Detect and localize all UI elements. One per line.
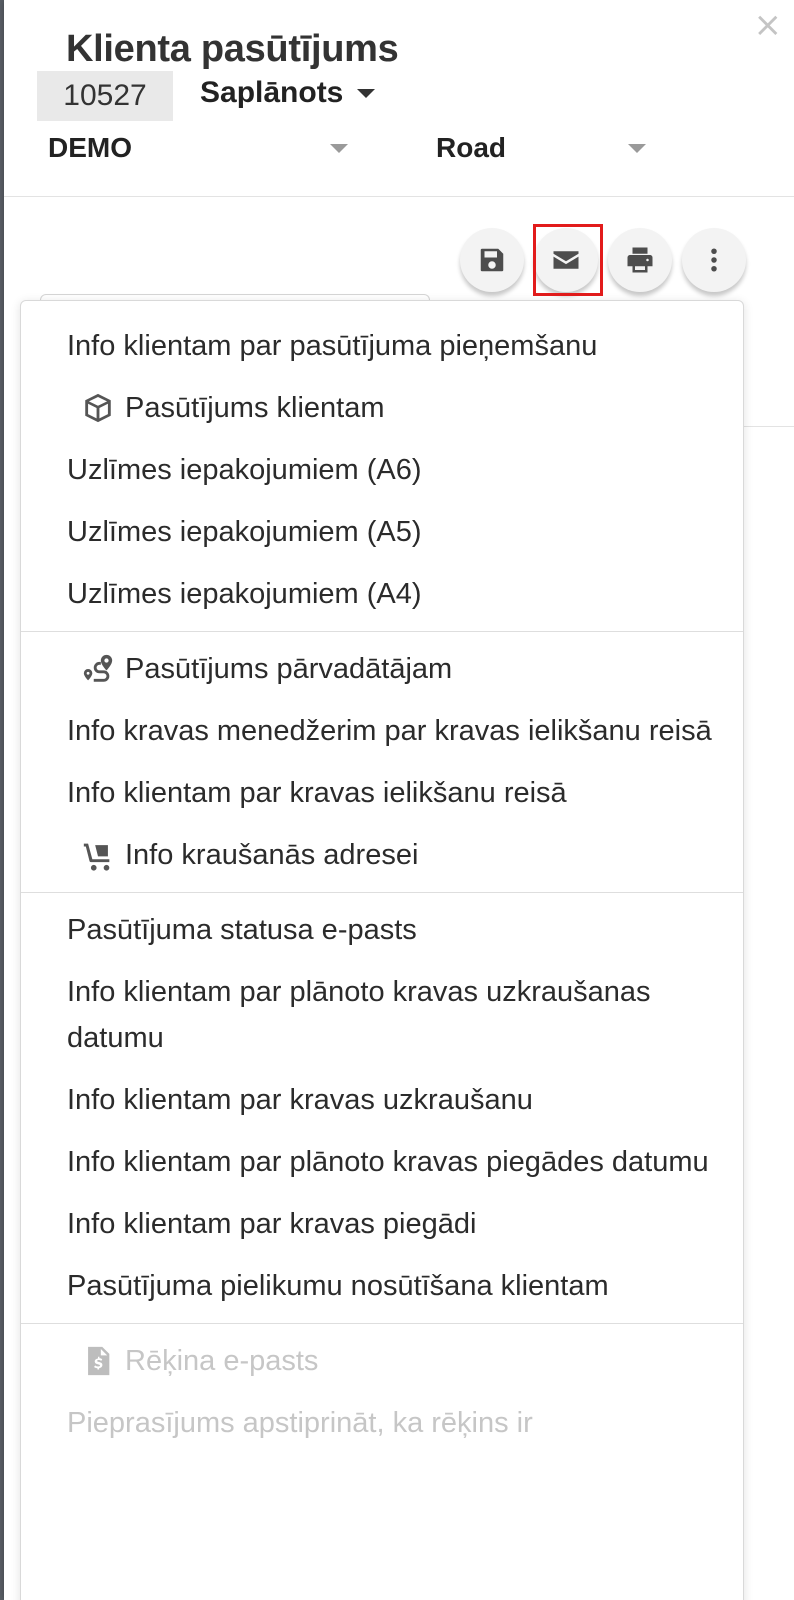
menu-item-loading-address-info[interactable]: Info kraušanās adresei	[21, 824, 743, 886]
menu-item-order-to-client[interactable]: Pasūtījums klientam	[21, 377, 743, 439]
menu-item-planned-loading-date[interactable]: Info klientam par plānoto kravas uzkrauš…	[21, 961, 743, 1069]
company-value: DEMO	[48, 132, 132, 163]
menu-item-label: Pasūtījuma statusa e-pasts	[67, 914, 417, 946]
menu-item-cargo-delivery[interactable]: Info klientam par kravas piegādi	[21, 1193, 743, 1255]
menu-item-cargo-manager-info[interactable]: Info kravas menedžerim par kravas ielikš…	[21, 700, 743, 762]
menu-item-client-trip-info[interactable]: Info klientam par kravas ielikšanu reisā	[21, 762, 743, 824]
order-modal: × Klienta pasūtījums 10527 Saplānots DEM…	[4, 0, 794, 1600]
menu-item-label: Uzlīmes iepakojumiem (A5)	[67, 516, 422, 548]
menu-item-label: Info klientam par kravas ielikšanu reisā	[67, 777, 567, 809]
route-icon	[81, 646, 117, 692]
menu-divider	[21, 631, 743, 632]
menu-item-label: Info klientam par kravas uzkraušanu	[67, 1084, 533, 1116]
dolly-icon	[81, 832, 117, 878]
more-options-button[interactable]	[682, 228, 746, 292]
print-button[interactable]	[608, 228, 672, 292]
status-label: Saplānots	[200, 76, 344, 109]
menu-item-label: Info klientam par pasūtījuma pieņemšanu	[67, 330, 598, 362]
print-icon	[627, 247, 653, 273]
chevron-down-icon	[330, 143, 348, 153]
chevron-down-icon	[357, 88, 376, 98]
menu-item-label: Pasūtījums pārvadātājam	[125, 653, 453, 685]
order-number-badge: 10527	[37, 71, 173, 121]
toolbar	[460, 228, 746, 292]
menu-item-label: Info kravas menedžerim par kravas ielikš…	[67, 715, 712, 747]
menu-item-planned-delivery-date[interactable]: Info klientam par plānoto kravas piegāde…	[21, 1131, 743, 1193]
menu-item-cargo-loading[interactable]: Info klientam par kravas uzkraušanu	[21, 1069, 743, 1131]
menu-item-label: Rēķina e-pasts	[125, 1345, 319, 1377]
menu-item-label: Info kraušanās adresei	[125, 839, 419, 871]
menu-item-order-to-carrier[interactable]: Pasūtījums pārvadātājam	[21, 638, 743, 700]
menu-item-label: Uzlīmes iepakojumiem (A4)	[67, 578, 422, 610]
invoice-icon	[81, 1338, 117, 1384]
menu-item-labels-a5[interactable]: Uzlīmes iepakojumiem (A5)	[21, 501, 743, 563]
menu-item-order-status-email[interactable]: Pasūtījuma statusa e-pasts	[21, 899, 743, 961]
menu-item-invoice-confirmation-request: Pieprasījums apstiprināt, ka rēķins ir	[21, 1392, 743, 1454]
box-icon	[81, 385, 117, 431]
background-divider	[744, 426, 794, 427]
menu-item-labels-a4[interactable]: Uzlīmes iepakojumiem (A4)	[21, 563, 743, 625]
more-vertical-icon	[711, 248, 717, 272]
menu-item-send-attachments[interactable]: Pasūtījuma pielikumu nosūtīšana klientam	[21, 1255, 743, 1317]
email-button-highlight	[533, 224, 603, 296]
page-title: Klienta pasūtījums	[66, 28, 399, 70]
header-divider	[4, 196, 794, 197]
menu-item-label: Uzlīmes iepakojumiem (A6)	[67, 454, 422, 486]
chevron-down-icon	[628, 143, 646, 153]
menu-item-label: Info klientam par plānoto kravas piegāde…	[67, 1146, 709, 1178]
menu-item-label: Pasūtījums klientam	[125, 392, 385, 424]
menu-item-invoice-email: Rēķina e-pasts	[21, 1330, 743, 1392]
menu-item-label: Pieprasījums apstiprināt, ka rēķins ir	[67, 1407, 533, 1439]
transport-select[interactable]: Road	[436, 128, 646, 168]
menu-divider	[21, 892, 743, 893]
company-select[interactable]: DEMO	[48, 128, 348, 168]
menu-item-label: Pasūtījuma pielikumu nosūtīšana klientam	[67, 1270, 609, 1302]
menu-divider	[21, 1323, 743, 1324]
status-dropdown[interactable]: Saplānots	[200, 76, 376, 110]
close-icon[interactable]: ×	[754, 8, 783, 42]
transport-value: Road	[436, 132, 506, 163]
menu-item-label: Info klientam par kravas piegādi	[67, 1208, 477, 1240]
save-button[interactable]	[460, 228, 524, 292]
menu-item-labels-a6[interactable]: Uzlīmes iepakojumiem (A6)	[21, 439, 743, 501]
email-dropdown-menu: Info klientam par pasūtījuma pieņemšanu …	[20, 300, 744, 1600]
menu-item-order-acceptance-info[interactable]: Info klientam par pasūtījuma pieņemšanu	[21, 315, 743, 377]
save-icon	[480, 248, 504, 272]
menu-item-label: Info klientam par plānoto kravas uzkrauš…	[67, 976, 651, 1054]
